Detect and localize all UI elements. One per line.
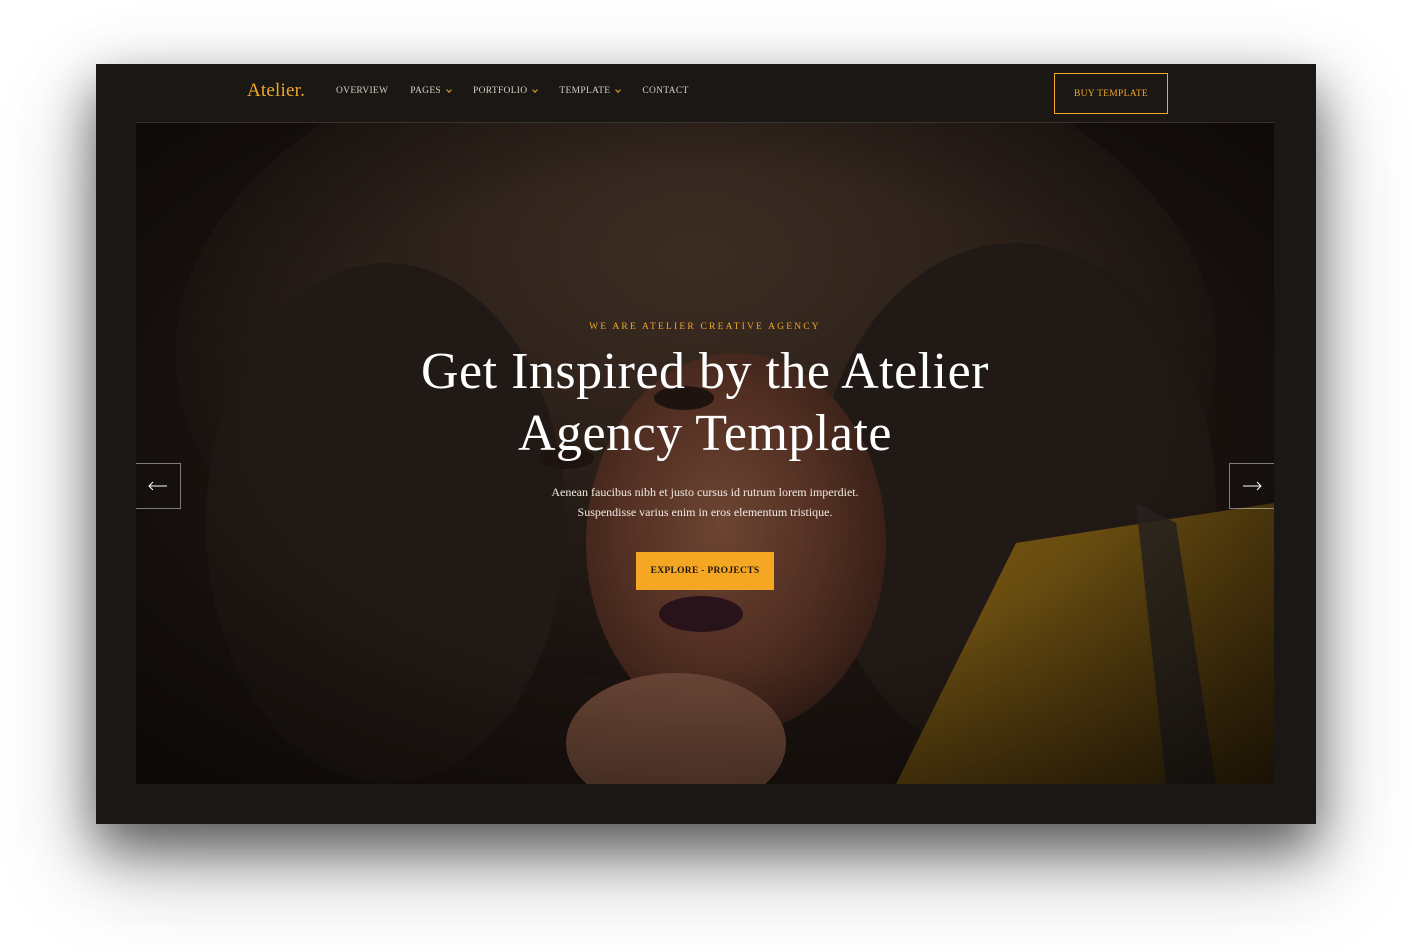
nav-item-label: TEMPLATE [559, 86, 611, 96]
nav-item-template[interactable]: TEMPLATE [559, 86, 622, 96]
nav-item-overview[interactable]: OVERVIEW [336, 86, 388, 96]
buy-template-button[interactable]: BUY TEMPLATE [1054, 73, 1168, 114]
chevron-down-icon [446, 86, 452, 93]
slider-prev-button[interactable] [136, 463, 181, 509]
nav-item-label: PORTFOLIO [473, 86, 528, 96]
hero-eyebrow: WE ARE ATELIER CREATIVE AGENCY [589, 322, 821, 332]
hero-subtext-line2: Suspendisse varius enim in eros elementu… [577, 505, 833, 519]
hero-subtext: Aenean faucibus nibh et justo cursus id … [136, 482, 1274, 522]
chevron-down-icon [615, 86, 622, 93]
browser-window: Atelier. OVERVIEW PAGES PORTFOLIO TEMPLA… [96, 64, 1316, 824]
hero-subtext-line1: Aenean faucibus nibh et justo cursus id … [551, 485, 859, 499]
hero-headline: Get Inspired by the Atelier Agency Templ… [136, 341, 1274, 465]
main-nav: OVERVIEW PAGES PORTFOLIO TEMPLATE CONTAC… [336, 86, 711, 96]
nav-item-label: CONTACT [642, 86, 689, 96]
explore-projects-button[interactable]: EXPLORE - PROJECTS [636, 552, 774, 590]
logo[interactable]: Atelier. [247, 80, 305, 102]
hero-slider: WE ARE ATELIER CREATIVE AGENCY Get Inspi… [136, 123, 1274, 784]
nav-item-pages[interactable]: PAGES [410, 86, 452, 96]
nav-item-contact[interactable]: CONTACT [642, 86, 688, 96]
navbar: Atelier. OVERVIEW PAGES PORTFOLIO TEMPLA… [96, 64, 1316, 122]
slider-next-button[interactable] [1229, 463, 1274, 509]
nav-item-portfolio[interactable]: PORTFOLIO [473, 86, 539, 96]
hero-headline-line1: Get Inspired by the Atelier [420, 343, 989, 400]
arrow-right-icon [1243, 481, 1262, 491]
nav-item-label: OVERVIEW [336, 86, 389, 96]
arrow-left-icon [148, 481, 167, 491]
hero-headline-line2: Agency Template [518, 405, 892, 462]
nav-item-label: PAGES [410, 86, 442, 96]
chevron-down-icon [532, 86, 539, 93]
